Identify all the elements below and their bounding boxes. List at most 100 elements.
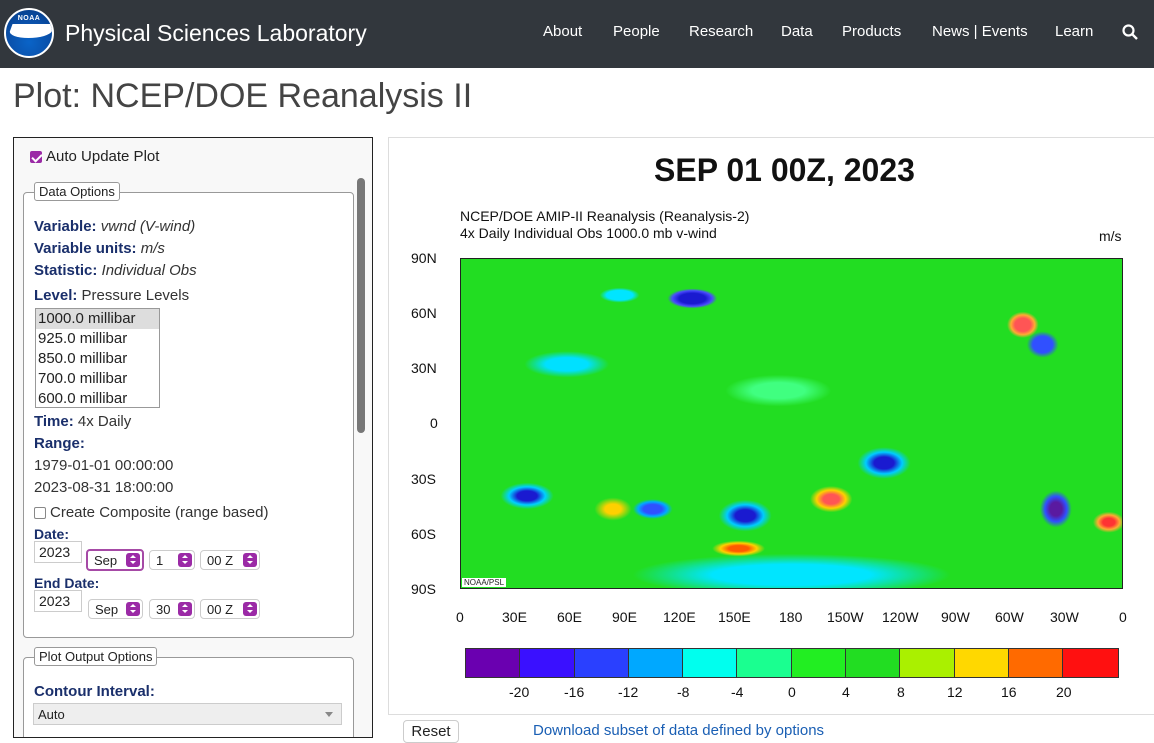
auto-update-label: Auto Update Plot xyxy=(46,148,160,165)
variable-value: vwnd (V-wind) xyxy=(100,218,196,235)
map-credit: NOAA/PSL xyxy=(462,578,507,587)
lat-label: 30N xyxy=(411,360,437,376)
logo-text: NOAA xyxy=(17,15,41,22)
date-day-select[interactable]: 1 xyxy=(149,550,195,570)
search-icon[interactable] xyxy=(1122,24,1138,40)
nav-about[interactable]: About xyxy=(543,23,582,40)
colorbar-tick: 20 xyxy=(1056,684,1072,700)
chevron-updown-icon xyxy=(178,553,192,567)
units-label: Variable units: xyxy=(34,240,137,257)
variable-label: Variable: xyxy=(34,218,97,235)
colorbar-swatch xyxy=(574,649,629,677)
lon-label: 30E xyxy=(502,609,527,625)
plot-subtitle-1: NCEP/DOE AMIP-II Reanalysis (Reanalysis-… xyxy=(460,208,750,224)
range-label: Range: xyxy=(34,435,85,452)
date-year-input[interactable]: 2023 xyxy=(34,541,82,563)
lon-label: 150W xyxy=(827,609,864,625)
auto-update-row[interactable]: Auto Update Plot xyxy=(30,148,159,165)
colorbar-swatch xyxy=(954,649,1009,677)
date-hour-value: 00 Z xyxy=(207,553,234,568)
reset-button[interactable]: Reset xyxy=(403,720,459,743)
nav-people[interactable]: People xyxy=(613,23,660,40)
lon-label: 150E xyxy=(718,609,751,625)
end-month-value: Sep xyxy=(95,602,119,617)
range-start: 1979-01-01 00:00:00 xyxy=(34,457,174,474)
colorbar-swatch xyxy=(683,649,738,677)
end-hour-select[interactable]: 00 Z xyxy=(200,599,260,619)
noaa-logo[interactable]: NOAA xyxy=(4,8,54,58)
colorbar-swatch xyxy=(900,649,955,677)
lat-label: 0 xyxy=(430,415,438,431)
end-month-select[interactable]: Sep xyxy=(88,599,143,619)
time-value: 4x Daily xyxy=(77,413,132,430)
chevron-updown-icon xyxy=(243,602,257,616)
lon-label: 90E xyxy=(612,609,637,625)
colorbar-swatch xyxy=(846,649,901,677)
lon-label: 120E xyxy=(663,609,696,625)
level-option[interactable]: 1000.0 millibar xyxy=(36,309,159,329)
end-day-select[interactable]: 30 xyxy=(149,599,195,619)
lon-label: 0 xyxy=(456,609,464,625)
level-option[interactable]: 700.0 millibar xyxy=(36,369,159,389)
colorbar-swatch xyxy=(1008,649,1064,677)
plot-subtitle-2: 4x Daily Individual Obs 1000.0 mb v-wind xyxy=(460,225,717,241)
level-option[interactable]: 925.0 millibar xyxy=(36,329,159,349)
colorbar-swatch xyxy=(1063,649,1118,677)
end-year-input[interactable]: 2023 xyxy=(34,590,82,612)
statistic-value: Individual Obs xyxy=(101,262,197,279)
statistic-row: Statistic: Individual Obs xyxy=(34,262,197,279)
page-title: Plot: NCEP/DOE Reanalysis II xyxy=(13,77,473,115)
variable-row: Variable: vwnd (V-wind) xyxy=(34,218,195,235)
colorbar-tick: 4 xyxy=(842,684,850,700)
level-label: Level: xyxy=(34,287,78,304)
colorbar-tick: -12 xyxy=(618,684,639,700)
level-option[interactable]: 850.0 millibar xyxy=(36,349,159,369)
nav-products[interactable]: Products xyxy=(842,23,901,40)
lon-label: 60W xyxy=(995,609,1024,625)
chevron-updown-icon xyxy=(126,553,140,567)
date-month-value: Sep xyxy=(94,553,118,568)
nav-research[interactable]: Research xyxy=(689,23,753,40)
lon-label: 90W xyxy=(941,609,970,625)
level-value: Pressure Levels xyxy=(81,287,190,304)
composite-row[interactable]: Create Composite (range based) xyxy=(34,504,268,521)
dropdown-arrow-icon xyxy=(325,712,333,717)
level-row: Level: Pressure Levels xyxy=(34,287,189,304)
date-hour-select[interactable]: 00 Z xyxy=(200,550,260,570)
plot-units: m/s xyxy=(1099,228,1122,244)
colorbar-tick: 0 xyxy=(788,684,796,700)
lat-label: 60N xyxy=(411,305,437,321)
time-label: Time: xyxy=(34,413,74,430)
colorbar-tick: -8 xyxy=(677,684,690,700)
chevron-updown-icon xyxy=(126,602,140,616)
contour-label: Contour Interval: xyxy=(34,683,155,700)
contour-select[interactable]: Auto xyxy=(33,703,342,725)
plot-area: SEP 01 00Z, 2023 NCEP/DOE AMIP-II Reanal… xyxy=(388,137,1154,715)
level-option[interactable]: 600.0 millibar xyxy=(36,389,159,407)
colorbar-swatch xyxy=(628,649,684,677)
nav-news-events[interactable]: News | Events xyxy=(932,23,1028,40)
composite-checkbox[interactable] xyxy=(34,506,46,519)
options-panel: Auto Update Plot Data Options Variable: … xyxy=(13,137,373,738)
nav-data[interactable]: Data xyxy=(781,23,813,40)
logo-bird-shape xyxy=(7,24,52,38)
lat-label: 90S xyxy=(411,581,436,597)
download-subset-link[interactable]: Download subset of data defined by optio… xyxy=(533,722,824,739)
nav-learn[interactable]: Learn xyxy=(1055,23,1093,40)
site-title[interactable]: Physical Sciences Laboratory xyxy=(65,20,367,47)
panel-scrollbar[interactable] xyxy=(357,178,365,433)
auto-update-checkbox[interactable] xyxy=(30,150,42,163)
end-date-label: End Date: xyxy=(34,575,100,591)
lon-label: 60E xyxy=(557,609,582,625)
contour-value: Auto xyxy=(38,707,65,722)
colorbar-tick: 16 xyxy=(1001,684,1017,700)
colorbar-swatch xyxy=(466,649,521,677)
date-month-select[interactable]: Sep xyxy=(86,549,144,571)
lat-label: 30S xyxy=(411,471,436,487)
colorbar-tick: -4 xyxy=(731,684,744,700)
lon-label: 120W xyxy=(882,609,919,625)
composite-label: Create Composite (range based) xyxy=(50,504,269,521)
plot-output-legend: Plot Output Options xyxy=(34,647,158,666)
colorbar-swatch xyxy=(791,649,847,677)
level-listbox[interactable]: 1000.0 millibar 925.0 millibar 850.0 mil… xyxy=(35,308,160,408)
